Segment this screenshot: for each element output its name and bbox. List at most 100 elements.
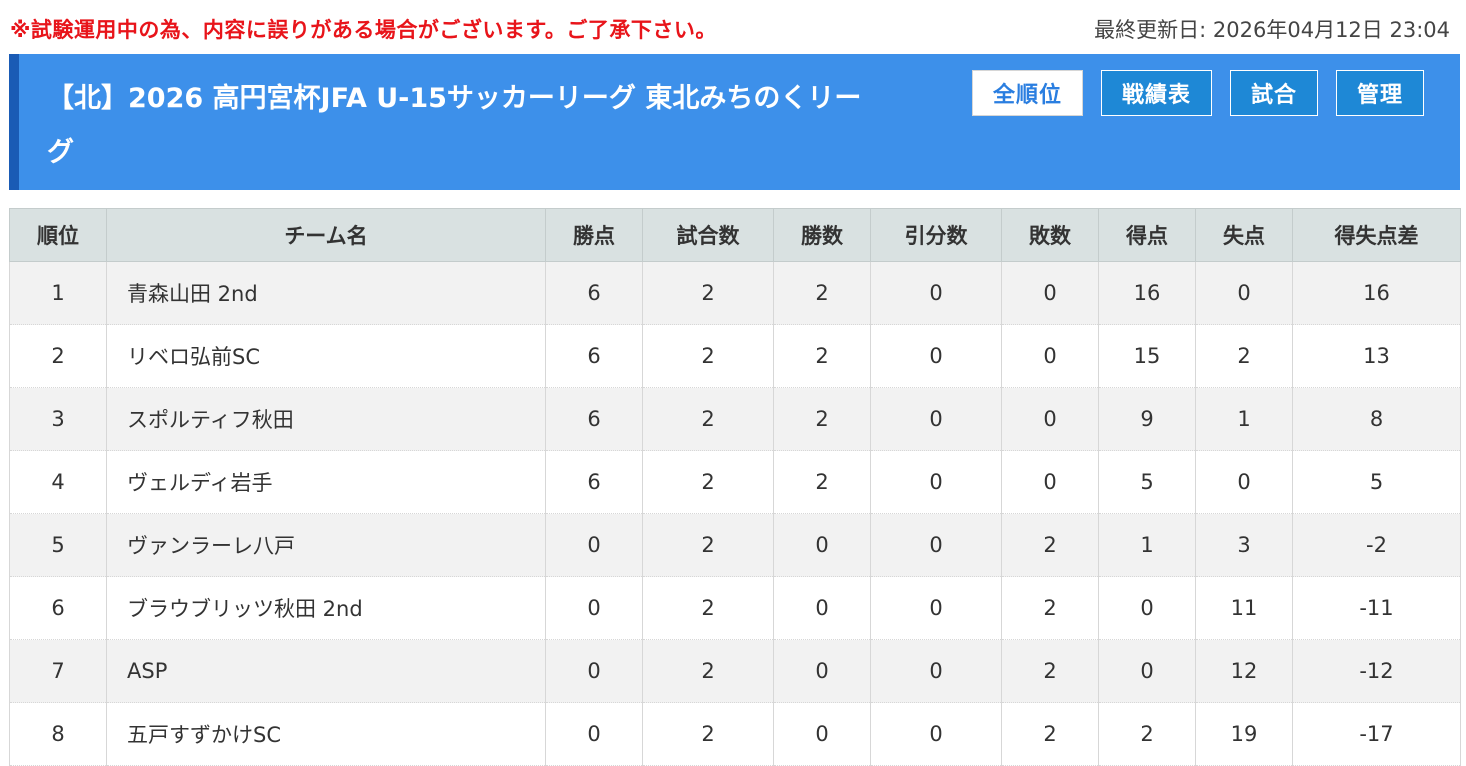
header-goal-difference: 得失点差 (1292, 208, 1461, 262)
lost-cell: 2 (1001, 702, 1099, 766)
results-table-button[interactable]: 戦績表 (1100, 70, 1212, 116)
goals-against-cell: 12 (1195, 639, 1293, 703)
rank-cell: 6 (9, 576, 107, 640)
rank-cell: 8 (9, 702, 107, 766)
standings-table: 順位 チーム名 勝点 試合数 勝数 引分数 敗数 得点 失点 得失点差 1 青森… (9, 208, 1461, 766)
table-row: 3 スポルティフ秋田 6 2 2 0 0 9 1 8 (9, 387, 1461, 451)
drawn-cell: 0 (870, 261, 1002, 325)
won-cell: 0 (773, 639, 871, 703)
won-cell: 2 (773, 261, 871, 325)
rank-cell: 7 (9, 639, 107, 703)
lost-cell: 0 (1001, 261, 1099, 325)
header-goals-against: 失点 (1195, 208, 1293, 262)
goals-for-cell: 1 (1098, 513, 1196, 577)
won-cell: 0 (773, 702, 871, 766)
played-cell: 2 (642, 387, 774, 451)
league-header: 【北】2026 高円宮杯JFA U-15サッカーリーグ 東北みちのくリーグ 全順… (9, 54, 1460, 190)
drawn-cell: 0 (870, 324, 1002, 388)
table-row: 4 ヴェルディ岩手 6 2 2 0 0 5 0 5 (9, 450, 1461, 514)
points-cell: 0 (545, 513, 643, 577)
drawn-cell: 0 (870, 639, 1002, 703)
points-cell: 6 (545, 324, 643, 388)
table-row: 1 青森山田 2nd 6 2 2 0 0 16 0 16 (9, 261, 1461, 325)
goals-against-cell: 3 (1195, 513, 1293, 577)
goals-for-cell: 16 (1098, 261, 1196, 325)
lost-cell: 0 (1001, 324, 1099, 388)
goal-difference-cell: -2 (1292, 513, 1461, 577)
team-name-cell: 青森山田 2nd (106, 261, 546, 325)
standings-table-container: 順位 チーム名 勝点 試合数 勝数 引分数 敗数 得点 失点 得失点差 1 青森… (9, 208, 1461, 766)
won-cell: 0 (773, 513, 871, 577)
lost-cell: 0 (1001, 387, 1099, 451)
points-cell: 0 (545, 576, 643, 640)
drawn-cell: 0 (870, 387, 1002, 451)
goals-for-cell: 2 (1098, 702, 1196, 766)
table-row: 7 ASP 0 2 0 0 2 0 12 -12 (9, 639, 1461, 703)
goals-for-cell: 9 (1098, 387, 1196, 451)
played-cell: 2 (642, 639, 774, 703)
team-name-cell: リベロ弘前SC (106, 324, 546, 388)
goals-against-cell: 0 (1195, 261, 1293, 325)
points-cell: 6 (545, 450, 643, 514)
points-cell: 6 (545, 387, 643, 451)
goals-for-cell: 0 (1098, 576, 1196, 640)
header-lost: 敗数 (1001, 208, 1099, 262)
goal-difference-cell: 5 (1292, 450, 1461, 514)
admin-button[interactable]: 管理 (1335, 70, 1424, 116)
last-updated: 最終更新日: 2026年04月12日 23:04 (1094, 18, 1450, 42)
table-row: 5 ヴァンラーレ八戸 0 2 0 0 2 1 3 -2 (9, 513, 1461, 577)
goals-for-cell: 15 (1098, 324, 1196, 388)
header-drawn: 引分数 (870, 208, 1002, 262)
won-cell: 2 (773, 324, 871, 388)
goals-against-cell: 2 (1195, 324, 1293, 388)
header-points: 勝点 (545, 208, 643, 262)
won-cell: 2 (773, 387, 871, 451)
rank-cell: 1 (9, 261, 107, 325)
standings-button[interactable]: 全順位 (971, 70, 1083, 116)
team-name-cell: ヴァンラーレ八戸 (106, 513, 546, 577)
goal-difference-cell: 16 (1292, 261, 1461, 325)
drawn-cell: 0 (870, 513, 1002, 577)
goals-for-cell: 0 (1098, 639, 1196, 703)
played-cell: 2 (642, 261, 774, 325)
goals-against-cell: 1 (1195, 387, 1293, 451)
league-title: 【北】2026 高円宮杯JFA U-15サッカーリーグ 東北みちのくリーグ (47, 83, 862, 168)
goal-difference-cell: -11 (1292, 576, 1461, 640)
header-team: チーム名 (106, 208, 546, 262)
matches-button[interactable]: 試合 (1229, 70, 1318, 116)
header-played: 試合数 (642, 208, 774, 262)
goal-difference-cell: -17 (1292, 702, 1461, 766)
team-name-cell: スポルティフ秋田 (106, 387, 546, 451)
lost-cell: 2 (1001, 513, 1099, 577)
won-cell: 2 (773, 450, 871, 514)
rank-cell: 3 (9, 387, 107, 451)
played-cell: 2 (642, 324, 774, 388)
drawn-cell: 0 (870, 450, 1002, 514)
table-header-row: 順位 チーム名 勝点 試合数 勝数 引分数 敗数 得点 失点 得失点差 (9, 208, 1461, 262)
goals-against-cell: 11 (1195, 576, 1293, 640)
rank-cell: 2 (9, 324, 107, 388)
table-row: 2 リベロ弘前SC 6 2 2 0 0 15 2 13 (9, 324, 1461, 388)
points-cell: 0 (545, 702, 643, 766)
lost-cell: 0 (1001, 450, 1099, 514)
top-bar: ※試験運用中の為、内容に誤りがある場合がございます。ご了承下さい。 最終更新日:… (0, 0, 1466, 54)
lost-cell: 2 (1001, 639, 1099, 703)
rank-cell: 4 (9, 450, 107, 514)
beta-notice: ※試験運用中の為、内容に誤りがある場合がございます。ご了承下さい。 (10, 18, 717, 42)
header-won: 勝数 (773, 208, 871, 262)
nav-buttons: 全順位 戦績表 試合 管理 (971, 70, 1424, 116)
team-name-cell: ASP (106, 639, 546, 703)
table-row: 6 ブラウブリッツ秋田 2nd 0 2 0 0 2 0 11 -11 (9, 576, 1461, 640)
lost-cell: 2 (1001, 576, 1099, 640)
won-cell: 0 (773, 576, 871, 640)
played-cell: 2 (642, 450, 774, 514)
header-goals-for: 得点 (1098, 208, 1196, 262)
played-cell: 2 (642, 513, 774, 577)
goal-difference-cell: 13 (1292, 324, 1461, 388)
goal-difference-cell: -12 (1292, 639, 1461, 703)
team-name-cell: 五戸すずかけSC (106, 702, 546, 766)
drawn-cell: 0 (870, 576, 1002, 640)
team-name-cell: ヴェルディ岩手 (106, 450, 546, 514)
header-rank: 順位 (9, 208, 107, 262)
goals-against-cell: 0 (1195, 450, 1293, 514)
